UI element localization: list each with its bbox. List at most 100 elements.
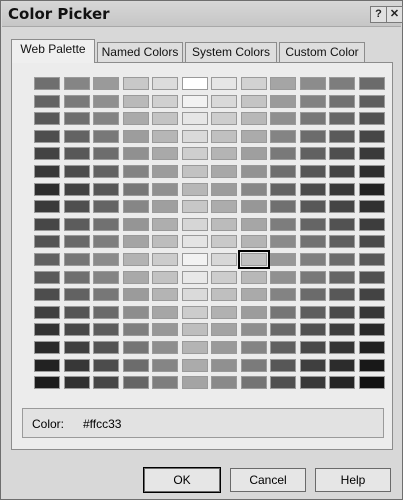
color-swatch[interactable]	[270, 164, 296, 178]
color-swatch[interactable]	[152, 376, 178, 390]
color-swatch[interactable]	[181, 376, 208, 390]
color-swatch[interactable]	[329, 252, 355, 266]
color-swatch[interactable]	[358, 217, 385, 231]
color-swatch[interactable]	[270, 129, 296, 143]
color-swatch[interactable]	[329, 112, 355, 126]
color-swatch[interactable]	[93, 94, 119, 108]
color-swatch[interactable]	[122, 217, 149, 231]
color-swatch[interactable]	[270, 77, 296, 90]
color-swatch[interactable]	[181, 288, 208, 302]
color-swatch[interactable]	[181, 94, 208, 108]
color-swatch[interactable]	[240, 288, 267, 302]
color-swatch[interactable]	[358, 305, 385, 319]
color-swatch[interactable]	[152, 340, 178, 354]
color-swatch[interactable]	[211, 288, 237, 302]
color-swatch[interactable]	[122, 182, 149, 196]
color-swatch[interactable]	[63, 200, 90, 214]
color-swatch[interactable]	[329, 235, 355, 249]
color-swatch[interactable]	[211, 129, 237, 143]
close-icon[interactable]: ✕	[386, 6, 403, 23]
color-swatch[interactable]	[211, 252, 237, 266]
color-swatch[interactable]	[211, 77, 237, 90]
color-swatch[interactable]	[358, 376, 385, 390]
color-swatch[interactable]	[63, 323, 90, 337]
color-swatch[interactable]	[329, 147, 355, 161]
color-swatch[interactable]	[152, 323, 178, 337]
color-swatch[interactable]	[329, 305, 355, 319]
color-swatch[interactable]	[152, 182, 178, 196]
color-swatch[interactable]	[122, 305, 149, 319]
color-swatch[interactable]	[211, 323, 237, 337]
color-swatch[interactable]	[181, 217, 208, 231]
color-swatch[interactable]	[181, 129, 208, 143]
color-swatch[interactable]	[34, 340, 60, 354]
color-swatch[interactable]	[211, 112, 237, 126]
color-swatch[interactable]	[34, 305, 60, 319]
color-swatch[interactable]	[63, 358, 90, 372]
color-swatch[interactable]	[63, 112, 90, 126]
color-swatch[interactable]	[122, 164, 149, 178]
tab-named-colors[interactable]: Named Colors	[97, 42, 183, 62]
color-swatch[interactable]	[270, 94, 296, 108]
color-swatch[interactable]	[181, 182, 208, 196]
color-swatch[interactable]	[299, 252, 326, 266]
color-swatch[interactable]	[299, 358, 326, 372]
color-swatch[interactable]	[329, 323, 355, 337]
color-swatch[interactable]	[299, 305, 326, 319]
color-swatch[interactable]	[329, 270, 355, 284]
color-swatch[interactable]	[211, 270, 237, 284]
color-swatch[interactable]	[93, 200, 119, 214]
color-swatch[interactable]	[34, 112, 60, 126]
color-swatch[interactable]	[240, 164, 267, 178]
color-swatch[interactable]	[122, 129, 149, 143]
color-swatch[interactable]	[122, 340, 149, 354]
color-swatch[interactable]	[93, 305, 119, 319]
color-swatch[interactable]	[93, 77, 119, 90]
color-swatch[interactable]	[358, 147, 385, 161]
color-swatch[interactable]	[329, 94, 355, 108]
color-swatch[interactable]	[152, 288, 178, 302]
color-swatch[interactable]	[211, 164, 237, 178]
color-swatch[interactable]	[211, 340, 237, 354]
color-swatch[interactable]	[329, 200, 355, 214]
color-swatch[interactable]	[152, 252, 178, 266]
color-swatch[interactable]	[237, 249, 270, 269]
color-swatch[interactable]	[34, 129, 60, 143]
color-swatch[interactable]	[63, 305, 90, 319]
color-swatch[interactable]	[299, 112, 326, 126]
color-swatch[interactable]	[240, 358, 267, 372]
color-swatch[interactable]	[211, 94, 237, 108]
color-swatch[interactable]	[329, 376, 355, 390]
color-swatch[interactable]	[93, 270, 119, 284]
color-swatch[interactable]	[358, 164, 385, 178]
color-swatch[interactable]	[358, 358, 385, 372]
color-swatch[interactable]	[34, 147, 60, 161]
color-swatch[interactable]	[34, 235, 60, 249]
color-swatch[interactable]	[299, 94, 326, 108]
color-swatch[interactable]	[211, 217, 237, 231]
color-swatch[interactable]	[358, 340, 385, 354]
color-swatch[interactable]	[63, 235, 90, 249]
color-swatch[interactable]	[211, 358, 237, 372]
color-swatch[interactable]	[358, 323, 385, 337]
color-swatch[interactable]	[270, 200, 296, 214]
cancel-button[interactable]: Cancel	[230, 468, 306, 492]
color-swatch[interactable]	[34, 217, 60, 231]
color-swatch[interactable]	[181, 252, 208, 266]
color-swatch[interactable]	[358, 235, 385, 249]
color-swatch[interactable]	[270, 112, 296, 126]
color-swatch[interactable]	[211, 235, 237, 249]
color-swatch[interactable]	[329, 358, 355, 372]
color-swatch[interactable]	[63, 129, 90, 143]
color-swatch[interactable]	[329, 77, 355, 90]
color-swatch[interactable]	[299, 376, 326, 390]
title-bar[interactable]: Color Picker ? ✕	[2, 2, 403, 27]
color-swatch[interactable]	[358, 94, 385, 108]
color-swatch[interactable]	[63, 252, 90, 266]
color-swatch[interactable]	[152, 217, 178, 231]
color-swatch[interactable]	[122, 288, 149, 302]
color-swatch[interactable]	[93, 147, 119, 161]
color-swatch[interactable]	[93, 288, 119, 302]
color-swatch[interactable]	[240, 323, 267, 337]
color-swatch[interactable]	[122, 235, 149, 249]
